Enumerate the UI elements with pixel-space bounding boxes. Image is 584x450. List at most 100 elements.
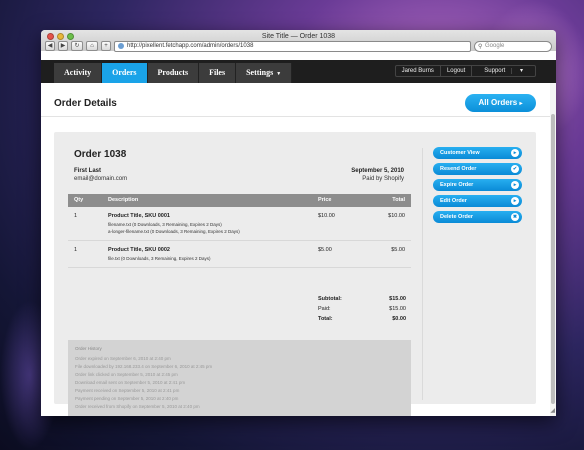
total-label: Total: (318, 316, 333, 322)
paid-line: Paid: $15.00 (318, 306, 412, 316)
home-icon: ⌂ (90, 43, 94, 49)
forward-button[interactable]: ▶ (58, 41, 68, 51)
search-icon: ⚲ (478, 43, 483, 50)
history-entry: Payment pending on September 5, 2010 at … (75, 396, 179, 401)
search-placeholder: Google (485, 42, 505, 49)
tab-activity[interactable]: Activity (54, 63, 103, 83)
history-entry: Order link clicked on September 5, 2010 … (75, 372, 178, 377)
resend-order-button[interactable]: Resend Order ✔ (433, 163, 522, 175)
total-line: Total: $0.00 (318, 316, 412, 326)
tab-label: Orders (112, 68, 137, 77)
tab-orders[interactable]: Orders (102, 63, 148, 83)
item-file: filename.txt (0 Downloads, 3 Remaining, … (108, 222, 222, 227)
item-title: Product Title, SKU 0002 (108, 247, 170, 253)
column-header-qty: Qty (74, 197, 84, 203)
column-header-price: Price (318, 197, 332, 203)
paid-value: $15.00 (389, 306, 406, 312)
browser-window: Site Title — Order 1038 ◀ ▶ ↻ ⌂ + http:/… (41, 30, 556, 416)
back-arrow-icon: ◀ (47, 43, 53, 49)
order-panel: Order 1038 First Last email@domain.com S… (54, 132, 536, 416)
close-icon: ✖ (511, 213, 519, 221)
tab-label: Activity (64, 68, 92, 77)
all-orders-label: All Orders (478, 98, 518, 107)
history-title: Order History (75, 346, 102, 351)
chevron-right-icon: ▸ (511, 181, 519, 189)
history-entry: Order received from Shopify on September… (75, 404, 200, 409)
page-header: Order Details All Orders ▸ (41, 83, 556, 117)
scrollbar-thumb[interactable] (551, 114, 555, 404)
order-summary: Subtotal: $15.00 Paid: $15.00 Total: $0.… (318, 296, 412, 326)
search-field[interactable]: ⚲ Google (474, 40, 552, 52)
table-header: Qty Description Price Total (68, 194, 411, 207)
tab-files[interactable]: Files (199, 63, 237, 83)
panel-divider (422, 148, 423, 400)
paid-label: Paid: (318, 306, 331, 312)
history-entry: File downloaded by 192.168.233.4 on Sept… (75, 364, 213, 369)
item-file: file.txt (0 Downloads, 3 Remaining, Expi… (108, 256, 211, 261)
action-label: Resend Order (440, 166, 477, 172)
column-header-total: Total (392, 197, 405, 203)
item-description: Product Title, SKU 0002 file.txt (0 Down… (108, 247, 318, 262)
resize-grip-icon[interactable]: ◢ (550, 407, 555, 414)
reload-icon: ↻ (74, 43, 80, 49)
tab-label: Products (157, 68, 189, 77)
home-button[interactable]: ⌂ (86, 41, 98, 51)
subtotal-value: $15.00 (389, 296, 406, 302)
support-label: Support (478, 68, 513, 74)
user-menu: Jared Burns Logout Support ▾ (394, 65, 536, 77)
history-entry: Payment received on September 5, 2010 at… (75, 388, 180, 393)
chevron-right-icon: ▸ (511, 149, 519, 157)
action-label: Delete Order (440, 214, 474, 220)
main-nav: Activity Orders Products Files Settings ▼ (54, 63, 293, 83)
support-menu[interactable]: Support ▾ (472, 66, 535, 76)
action-label: Expire Order (440, 182, 474, 188)
order-number: Order 1038 (74, 149, 127, 160)
page-title: Order Details (54, 98, 117, 109)
item-title: Product Title, SKU 0001 (108, 213, 170, 219)
column-header-description: Description (108, 197, 139, 203)
address-url: http://pixellent.fetchapp.com/admin/orde… (127, 42, 254, 49)
back-button[interactable]: ◀ (45, 41, 55, 51)
order-items-table: Qty Description Price Total 1 Product Ti… (68, 194, 411, 268)
expire-order-button[interactable]: Expire Order ▸ (433, 179, 522, 191)
action-label: Customer View (440, 150, 480, 156)
chevron-right-icon: ▸ (511, 197, 519, 205)
item-total: $5.00 (391, 247, 405, 253)
tab-settings[interactable]: Settings ▼ (236, 63, 293, 83)
forward-arrow-icon: ▶ (60, 43, 66, 49)
subtotal-label: Subtotal: (318, 296, 342, 302)
table-row: 1 Product Title, SKU 0001 filename.txt (… (68, 207, 411, 241)
app-navbar: Activity Orders Products Files Settings ▼… (41, 60, 556, 83)
edit-order-button[interactable]: Edit Order ▸ (433, 195, 522, 207)
plus-icon: + (104, 43, 108, 49)
delete-order-button[interactable]: Delete Order ✖ (433, 211, 522, 223)
check-icon: ✔ (511, 165, 519, 173)
add-bookmark-button[interactable]: + (101, 41, 111, 51)
user-name-link[interactable]: Jared Burns (396, 66, 441, 76)
history-entry: Download email sent on September 5, 2010… (75, 380, 186, 385)
logout-link[interactable]: Logout (441, 66, 473, 76)
item-file: a-longer-filename.txt (0 Downloads, 3 Re… (108, 229, 240, 234)
action-label: Edit Order (440, 198, 467, 204)
history-entry: Order expired on September 6, 2010 at 2:… (75, 356, 171, 361)
tab-products[interactable]: Products (147, 63, 200, 83)
total-value: $0.00 (392, 316, 406, 322)
subtotal-line: Subtotal: $15.00 (318, 296, 412, 306)
chevron-down-icon: ▼ (276, 72, 282, 77)
chevron-down-icon: ▾ (519, 68, 523, 74)
order-history: Order History Order expired on September… (68, 340, 411, 416)
browser-toolbar: ◀ ▶ ↻ ⌂ + http://pixellent.fetchapp.com/… (41, 39, 556, 53)
order-actions: Customer View ▸ Resend Order ✔ Expire Or… (433, 147, 522, 227)
payment-source: Paid by Shopify (362, 176, 404, 182)
order-date: September 5, 2010 (351, 168, 404, 174)
address-bar[interactable]: http://pixellent.fetchapp.com/admin/orde… (114, 40, 471, 52)
customer-email: email@domain.com (74, 176, 128, 182)
customer-view-button[interactable]: Customer View ▸ (433, 147, 522, 159)
window-titlebar: Site Title — Order 1038 ◀ ▶ ↻ ⌂ + http:/… (41, 30, 556, 53)
all-orders-button[interactable]: All Orders ▸ (465, 94, 536, 112)
item-price: $10.00 (318, 213, 335, 219)
item-price: $5.00 (318, 247, 332, 253)
reload-button[interactable]: ↻ (71, 41, 83, 51)
favicon-icon (118, 42, 124, 49)
chevron-right-icon: ▸ (519, 101, 523, 107)
